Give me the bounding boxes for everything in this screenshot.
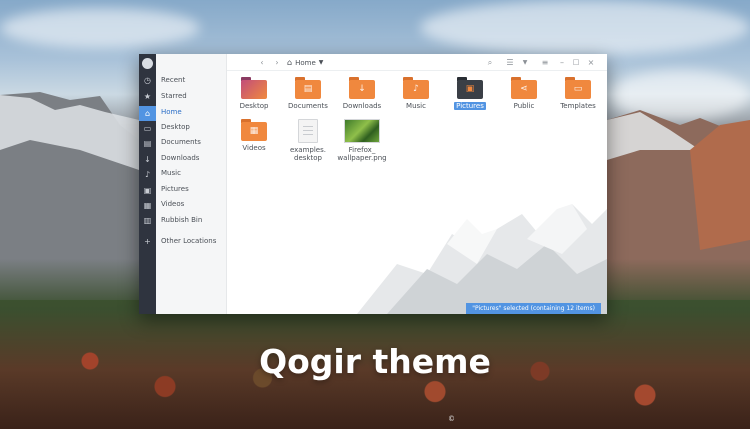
sidebar-item-desktop[interactable]: Desktop — [161, 120, 190, 134]
folder-icon: ↓ — [349, 77, 375, 99]
desktop-icon[interactable]: ▭ — [143, 124, 152, 133]
sidebar-item-music[interactable]: Music — [161, 166, 181, 180]
app-logo-icon — [142, 58, 153, 69]
file-item-label: Pictures — [454, 102, 486, 110]
sidebar-item-videos[interactable]: Videos — [161, 197, 184, 211]
sidebar-item-other-locations[interactable]: Other Locations — [161, 234, 216, 248]
snow-mountain-illustration — [357, 204, 607, 314]
sidebar-item-recent[interactable]: Recent — [161, 73, 185, 87]
list-view-icon[interactable]: ☰ — [505, 57, 515, 68]
file-item-desktop[interactable]: Desktop — [227, 77, 281, 110]
folder-icon: ♪ — [403, 77, 429, 99]
file-item-label: Public — [513, 102, 535, 110]
folder-icon — [241, 77, 267, 99]
file-item-label: Firefox_ wallpaper.png — [337, 146, 387, 162]
sidebar-item-downloads[interactable]: Downloads — [161, 151, 199, 165]
image-icon[interactable]: ▣ — [143, 186, 152, 195]
sidebar-item-pictures[interactable]: Pictures — [161, 182, 189, 196]
header-bar: ‹ › ⌂ Home ▼ ⌕ ☰ ▼ ≡ – □ × — [227, 54, 607, 71]
video-icon[interactable]: ▦ — [143, 201, 152, 210]
file-item-videos[interactable]: ▦ Videos — [227, 119, 281, 152]
file-item-label: Desktop — [239, 102, 269, 110]
file-item-pictures[interactable]: ▣ Pictures — [443, 77, 497, 110]
star-icon[interactable]: ★ — [143, 92, 152, 101]
sidebar-item-rubbish-bin[interactable]: Rubbish Bin — [161, 213, 202, 227]
status-bar: "Pictures" selected (containing 12 items… — [466, 303, 601, 314]
file-manager-window: ◷ ★ ⌂ ▭ ▤ ↓ ♪ ▣ ▦ ▥ + Recent Starred Hom… — [139, 54, 607, 314]
image-thumbnail — [344, 119, 380, 143]
plus-icon[interactable]: + — [143, 237, 152, 246]
trash-icon[interactable]: ▥ — [143, 216, 152, 225]
folder-icon: ▤ — [295, 77, 321, 99]
file-view: Desktop ▤ Documents ↓ Downloads ♪ Music … — [227, 71, 607, 314]
file-item-documents[interactable]: ▤ Documents — [281, 77, 335, 110]
minimize-icon[interactable]: – — [557, 57, 567, 68]
file-item-examples-desktop[interactable]: examples. desktop — [281, 119, 335, 162]
folder-icon: ▦ — [241, 119, 267, 141]
window-rail: ◷ ★ ⌂ ▭ ▤ ↓ ♪ ▣ ▦ ▥ + — [139, 54, 156, 314]
sidebar-item-home[interactable]: Home — [161, 105, 182, 119]
file-item-label: Documents — [288, 102, 328, 110]
menu-icon[interactable]: ≡ — [540, 57, 550, 68]
file-item-label: Downloads — [342, 102, 382, 110]
home-icon[interactable]: ⌂ — [143, 109, 152, 118]
file-item-label: Videos — [242, 144, 266, 152]
folder-icon: ▭ — [565, 77, 591, 99]
search-icon[interactable]: ⌕ — [485, 57, 495, 68]
sidebar: Recent Starred Home Desktop Documents Do… — [156, 54, 227, 314]
download-icon[interactable]: ↓ — [143, 155, 152, 164]
back-arrow-icon[interactable]: ‹ — [257, 57, 267, 68]
music-icon[interactable]: ♪ — [143, 170, 152, 179]
maximize-icon[interactable]: □ — [571, 57, 581, 68]
sidebar-item-documents[interactable]: Documents — [161, 135, 201, 149]
file-item-downloads[interactable]: ↓ Downloads — [335, 77, 389, 110]
forward-arrow-icon[interactable]: › — [272, 57, 282, 68]
file-item-music[interactable]: ♪ Music — [389, 77, 443, 110]
file-item-public[interactable]: ⋖ Public — [497, 77, 551, 110]
file-item-label: examples. desktop — [289, 146, 326, 162]
file-item-label: Music — [406, 102, 426, 110]
breadcrumb[interactable]: ⌂ Home ▼ — [287, 57, 323, 68]
folder-icon: ▣ — [457, 77, 483, 99]
clock-icon[interactable]: ◷ — [143, 76, 152, 85]
close-icon[interactable]: × — [586, 57, 596, 68]
file-item-firefox-wallpaper[interactable]: Firefox_ wallpaper.png — [335, 119, 389, 162]
location-label: Home — [295, 58, 316, 67]
document-icon[interactable]: ▤ — [143, 139, 152, 148]
copyright-mark: © — [448, 415, 455, 423]
home-icon: ⌂ — [287, 58, 293, 67]
hero-title: Qogir theme — [259, 342, 491, 381]
chevron-down-icon[interactable]: ▼ — [520, 57, 530, 68]
folder-icon: ⋖ — [511, 77, 537, 99]
document-icon — [298, 119, 318, 143]
file-item-templates[interactable]: ▭ Templates — [551, 77, 605, 110]
sidebar-item-starred[interactable]: Starred — [161, 89, 187, 103]
file-item-label: Templates — [560, 102, 596, 110]
chevron-down-icon: ▼ — [318, 59, 324, 66]
